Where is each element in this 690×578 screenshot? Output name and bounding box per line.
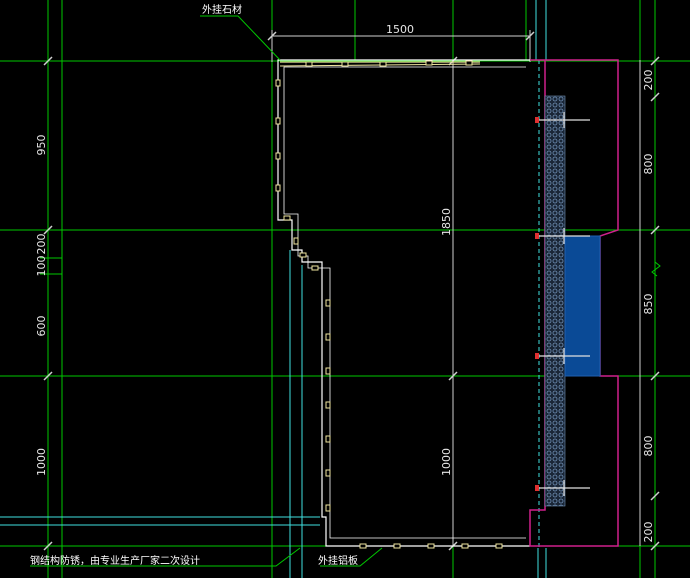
blue-panel <box>564 235 601 377</box>
dim-center-1850: 1850 <box>440 208 453 236</box>
wall-inner <box>283 66 526 539</box>
cyan-structure <box>0 0 547 578</box>
dim-right-850: 850 <box>642 294 655 315</box>
dim-right-200-bottom: 200 <box>642 522 655 543</box>
anchor-clips <box>275 60 503 549</box>
insulation-layer <box>544 95 566 507</box>
dim-left-100: 100 <box>35 256 48 277</box>
dim-top-width: 1500 <box>386 23 414 36</box>
dim-right-800-top: 800 <box>642 154 655 175</box>
break-symbol <box>651 261 661 277</box>
dim-left-950: 950 <box>35 135 48 156</box>
note-steel-frame: 钢结构防锈，由专业生产厂家二次设计 <box>30 554 200 567</box>
leader-lines <box>30 15 383 567</box>
dim-center-1000: 1000 <box>440 448 453 476</box>
wall-outline <box>277 59 530 547</box>
bracket-bolts <box>535 117 539 491</box>
dim-right-200-top: 200 <box>642 70 655 91</box>
note-stone-cladding: 外挂石材 <box>202 3 242 16</box>
cad-drawing: 1500 950 200 100 600 1000 1850 1000 200 … <box>0 0 690 578</box>
dim-right-800-bottom: 800 <box>642 436 655 457</box>
dim-left-600: 600 <box>35 316 48 337</box>
dim-left-1000: 1000 <box>35 448 48 476</box>
dim-left-200: 200 <box>35 234 48 255</box>
note-aluminum-panel: 外挂铝板 <box>318 554 358 567</box>
